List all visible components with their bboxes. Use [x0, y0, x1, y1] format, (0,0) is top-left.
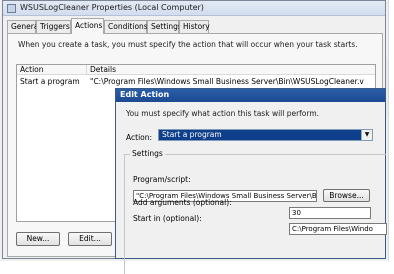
- properties-title-bar[interactable]: WSUSLogCleaner Properties (Local Compute…: [3, 1, 385, 16]
- action-select[interactable]: Start a program ▼: [158, 129, 373, 141]
- settings-group: Settings Program/script: "C:\Program Fil…: [124, 149, 387, 274]
- action-select-value: Start a program: [162, 130, 222, 139]
- edit-action-title-bar[interactable]: Edit Action: [116, 89, 385, 102]
- row-details-cell: "C:\Program Files\Windows Small Business…: [90, 77, 364, 86]
- tab-conditions[interactable]: Conditions: [104, 20, 148, 33]
- edit-action-body: You must specify what action this task w…: [116, 102, 387, 274]
- tab-history[interactable]: History: [179, 20, 210, 33]
- tab-triggers[interactable]: Triggers: [36, 20, 71, 33]
- screen-right-border: [388, 0, 394, 261]
- start-in-input[interactable]: C:\Program Files\Windo: [289, 223, 387, 235]
- column-header-details[interactable]: Details: [87, 65, 375, 75]
- task-icon: [7, 4, 16, 13]
- actions-list-header: Action Details: [17, 65, 375, 75]
- browse-button[interactable]: Browse...: [323, 189, 370, 202]
- row-action-cell: Start a program: [20, 77, 80, 86]
- start-in-label: Start in (optional):: [133, 214, 202, 223]
- properties-title: WSUSLogCleaner Properties (Local Compute…: [20, 3, 204, 12]
- column-header-action[interactable]: Action: [17, 65, 87, 75]
- settings-legend: Settings: [130, 149, 165, 158]
- desktop-background: WSUSLogCleaner Properties (Local Compute…: [0, 0, 394, 274]
- add-arguments-label: Add arguments (optional):: [133, 198, 232, 207]
- add-arguments-input[interactable]: 30: [289, 207, 371, 219]
- program-script-label: Program/script:: [133, 175, 191, 184]
- edit-action-instruction: You must specify what action this task w…: [126, 109, 320, 118]
- chevron-down-icon[interactable]: ▼: [361, 130, 372, 140]
- action-label: Action:: [126, 133, 153, 142]
- edit-button[interactable]: Edit...: [68, 232, 112, 246]
- new-button[interactable]: New...: [16, 232, 60, 246]
- actions-intro-text: When you create a task, you must specify…: [18, 40, 358, 49]
- tab-settings[interactable]: Settings: [147, 20, 182, 33]
- edit-action-dialog: Edit Action You must specify what action…: [115, 88, 387, 274]
- table-row[interactable]: Start a program "C:\Program Files\Window…: [17, 76, 375, 87]
- edit-action-title: Edit Action: [120, 90, 170, 99]
- tab-general[interactable]: General: [7, 20, 41, 33]
- tab-actions[interactable]: Actions: [71, 18, 104, 34]
